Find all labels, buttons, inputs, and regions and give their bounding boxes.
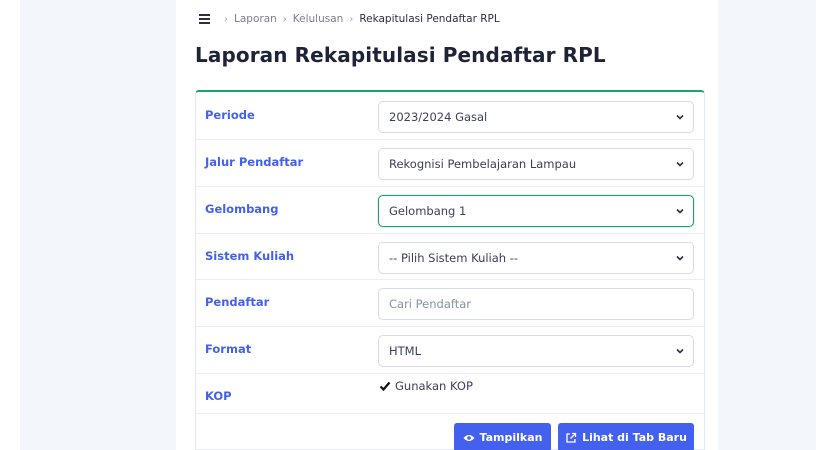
breadcrumb: › Laporan › Kelulusan › Rekapitulasi Pen… [198,10,500,28]
gelombang-select[interactable]: Gelombang 1 [378,195,694,227]
pendaftar-label: Pendaftar [205,295,270,309]
gelombang-label: Gelombang [205,202,279,216]
form-row-format: Format HTML [196,327,704,374]
kop-checkbox[interactable]: Gunakan KOP [379,379,473,393]
chevron-down-icon [676,348,684,354]
form-row-sistem-kuliah: Sistem Kuliah -- Pilih Sistem Kuliah -- [196,234,704,280]
sistem-kuliah-label: Sistem Kuliah [205,249,295,263]
format-value: HTML [389,344,422,358]
external-link-icon [566,432,577,443]
form-row-pendaftar: Pendaftar Cari Pendaftar [196,280,704,327]
form-row-jalur: Jalur Pendaftar Rekognisi Pembelajaran L… [196,140,704,187]
breadcrumb-separator: › [224,13,228,25]
breadcrumb-item-laporan[interactable]: Laporan [234,13,277,25]
jalur-value: Rekognisi Pembelajaran Lampau [389,157,577,171]
breadcrumb-item-kelulusan[interactable]: Kelulusan [293,13,344,25]
jalur-label: Jalur Pendaftar [205,155,304,169]
periode-select[interactable]: 2023/2024 Gasal [378,101,694,133]
kop-label: KOP [205,389,232,403]
chevron-down-icon [676,161,684,167]
pendaftar-placeholder: Cari Pendaftar [389,297,472,311]
form-row-periode: Periode 2023/2024 Gasal [196,92,704,140]
chevron-down-icon [676,208,684,214]
kop-checkbox-label: Gunakan KOP [395,379,473,393]
form-actions: Tampilkan Lihat di Tab Baru [196,414,704,450]
lihat-tab-baru-button[interactable]: Lihat di Tab Baru [558,423,694,450]
breadcrumb-separator: › [349,13,354,25]
format-select[interactable]: HTML [378,335,694,367]
page-title: Laporan Rekapitulasi Pendaftar RPL [195,43,606,67]
jalur-select[interactable]: Rekognisi Pembelajaran Lampau [378,148,694,180]
hamburger-icon[interactable] [198,13,212,25]
report-filter-card: Periode 2023/2024 Gasal Jalur Pendaftar … [195,90,705,450]
chevron-down-icon [676,255,684,261]
breadcrumb-separator: › [282,13,287,25]
form-row-gelombang: Gelombang Gelombang 1 [196,187,704,234]
gelombang-value: Gelombang 1 [389,204,467,218]
tampilkan-label: Tampilkan [479,431,543,444]
form-row-kop: KOP Gunakan KOP [196,374,704,414]
periode-value: 2023/2024 Gasal [389,110,488,124]
checkmark-icon [379,381,391,392]
sistem-kuliah-value: -- Pilih Sistem Kuliah -- [389,251,519,265]
chevron-down-icon [676,114,684,120]
pendaftar-search-input[interactable]: Cari Pendaftar [378,288,694,320]
periode-label: Periode [205,108,255,122]
sistem-kuliah-select[interactable]: -- Pilih Sistem Kuliah -- [378,242,694,274]
eye-icon [463,434,475,441]
breadcrumb-item-current: Rekapitulasi Pendaftar RPL [359,13,500,25]
format-label: Format [205,342,252,356]
tampilkan-button[interactable]: Tampilkan [454,423,551,450]
lihat-tab-baru-label: Lihat di Tab Baru [582,431,687,444]
